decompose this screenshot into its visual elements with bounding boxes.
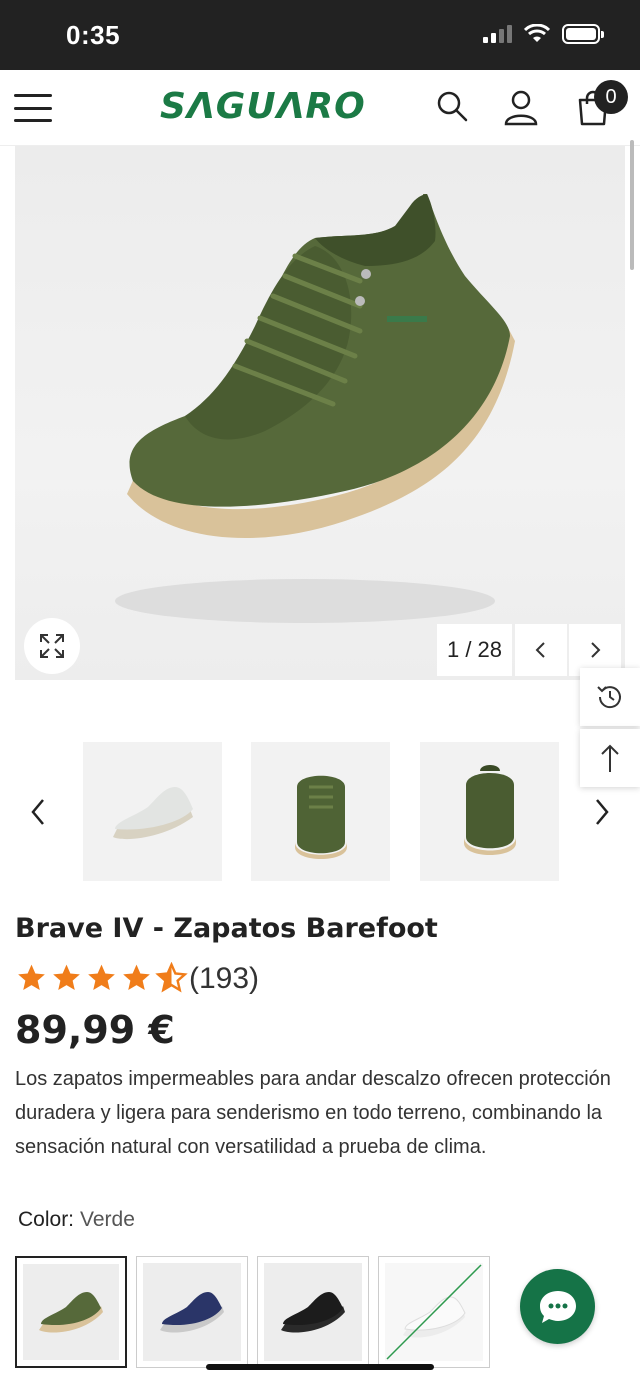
star-rating[interactable] bbox=[15, 962, 188, 994]
product-description: Los zapatos impermeables para andar desc… bbox=[15, 1068, 611, 1158]
shoe-swatch-image bbox=[160, 1292, 224, 1333]
cellular-signal-icon bbox=[483, 25, 512, 43]
recently-viewed-button[interactable] bbox=[580, 668, 640, 726]
image-counter: 1 / 28 bbox=[437, 624, 512, 676]
account-icon[interactable] bbox=[502, 88, 540, 126]
expand-icon bbox=[40, 634, 64, 658]
site-header: SΛGUΛRO bbox=[0, 70, 640, 146]
product-title: Brave IV - Zapatos Barefoot bbox=[15, 913, 438, 944]
menu-icon[interactable] bbox=[14, 94, 52, 122]
thumbnails-prev-button[interactable] bbox=[18, 792, 58, 832]
star-full-icon bbox=[88, 964, 115, 990]
back-to-top-button[interactable] bbox=[580, 729, 640, 787]
star-full-icon bbox=[18, 964, 45, 990]
color-value: Verde bbox=[80, 1208, 135, 1231]
page-scrollbar[interactable] bbox=[630, 140, 634, 270]
expand-image-button[interactable] bbox=[24, 618, 80, 674]
star-half-icon bbox=[155, 962, 188, 993]
prev-image-button[interactable] bbox=[515, 624, 567, 676]
cart-count-badge: 0 bbox=[594, 80, 628, 114]
thumbnails-next-button[interactable] bbox=[582, 792, 622, 832]
status-bar: 0:35 bbox=[0, 0, 640, 70]
color-swatch-black[interactable] bbox=[257, 1256, 369, 1368]
chat-bubble-icon bbox=[539, 1290, 576, 1323]
review-count[interactable]: (193) bbox=[189, 962, 259, 996]
wifi-icon bbox=[524, 24, 550, 42]
thumbnail-1[interactable] bbox=[83, 742, 222, 881]
color-selector-label: Color: Verde bbox=[18, 1208, 135, 1232]
history-icon bbox=[597, 686, 621, 709]
shoe-thumbnail-image bbox=[112, 786, 193, 839]
shoe-swatch-image bbox=[281, 1292, 345, 1333]
status-icons bbox=[483, 24, 604, 44]
thumbnail-2[interactable] bbox=[251, 742, 390, 881]
chevron-right-icon bbox=[591, 642, 601, 658]
home-indicator[interactable] bbox=[206, 1364, 434, 1370]
shoe-thumbnail-image bbox=[294, 775, 347, 859]
star-full-icon bbox=[53, 964, 80, 990]
color-swatch-green[interactable] bbox=[15, 1256, 127, 1368]
status-time: 0:35 bbox=[66, 20, 121, 50]
chevron-right-icon bbox=[596, 799, 609, 825]
shoe-swatch-image bbox=[386, 1264, 482, 1360]
chevron-left-icon bbox=[535, 642, 545, 658]
product-price: 89,99 € bbox=[15, 1008, 175, 1052]
color-swatch-white-unavailable[interactable] bbox=[378, 1256, 490, 1368]
product-main-image[interactable] bbox=[15, 146, 625, 680]
search-icon[interactable] bbox=[434, 88, 470, 124]
shoe-image bbox=[115, 194, 515, 623]
thumbnail-3[interactable] bbox=[420, 742, 559, 881]
shoe-thumbnail-image bbox=[463, 764, 516, 855]
arrow-up-icon bbox=[601, 744, 619, 772]
chevron-left-icon bbox=[31, 799, 44, 825]
star-full-icon bbox=[123, 964, 150, 990]
brand-logo[interactable]: SΛGUΛRO bbox=[160, 86, 366, 127]
battery-icon bbox=[562, 24, 604, 44]
color-label: Color: bbox=[18, 1208, 75, 1231]
chat-button[interactable] bbox=[520, 1269, 595, 1344]
shoe-swatch-image bbox=[39, 1292, 103, 1333]
color-swatch-navy[interactable] bbox=[136, 1256, 248, 1368]
